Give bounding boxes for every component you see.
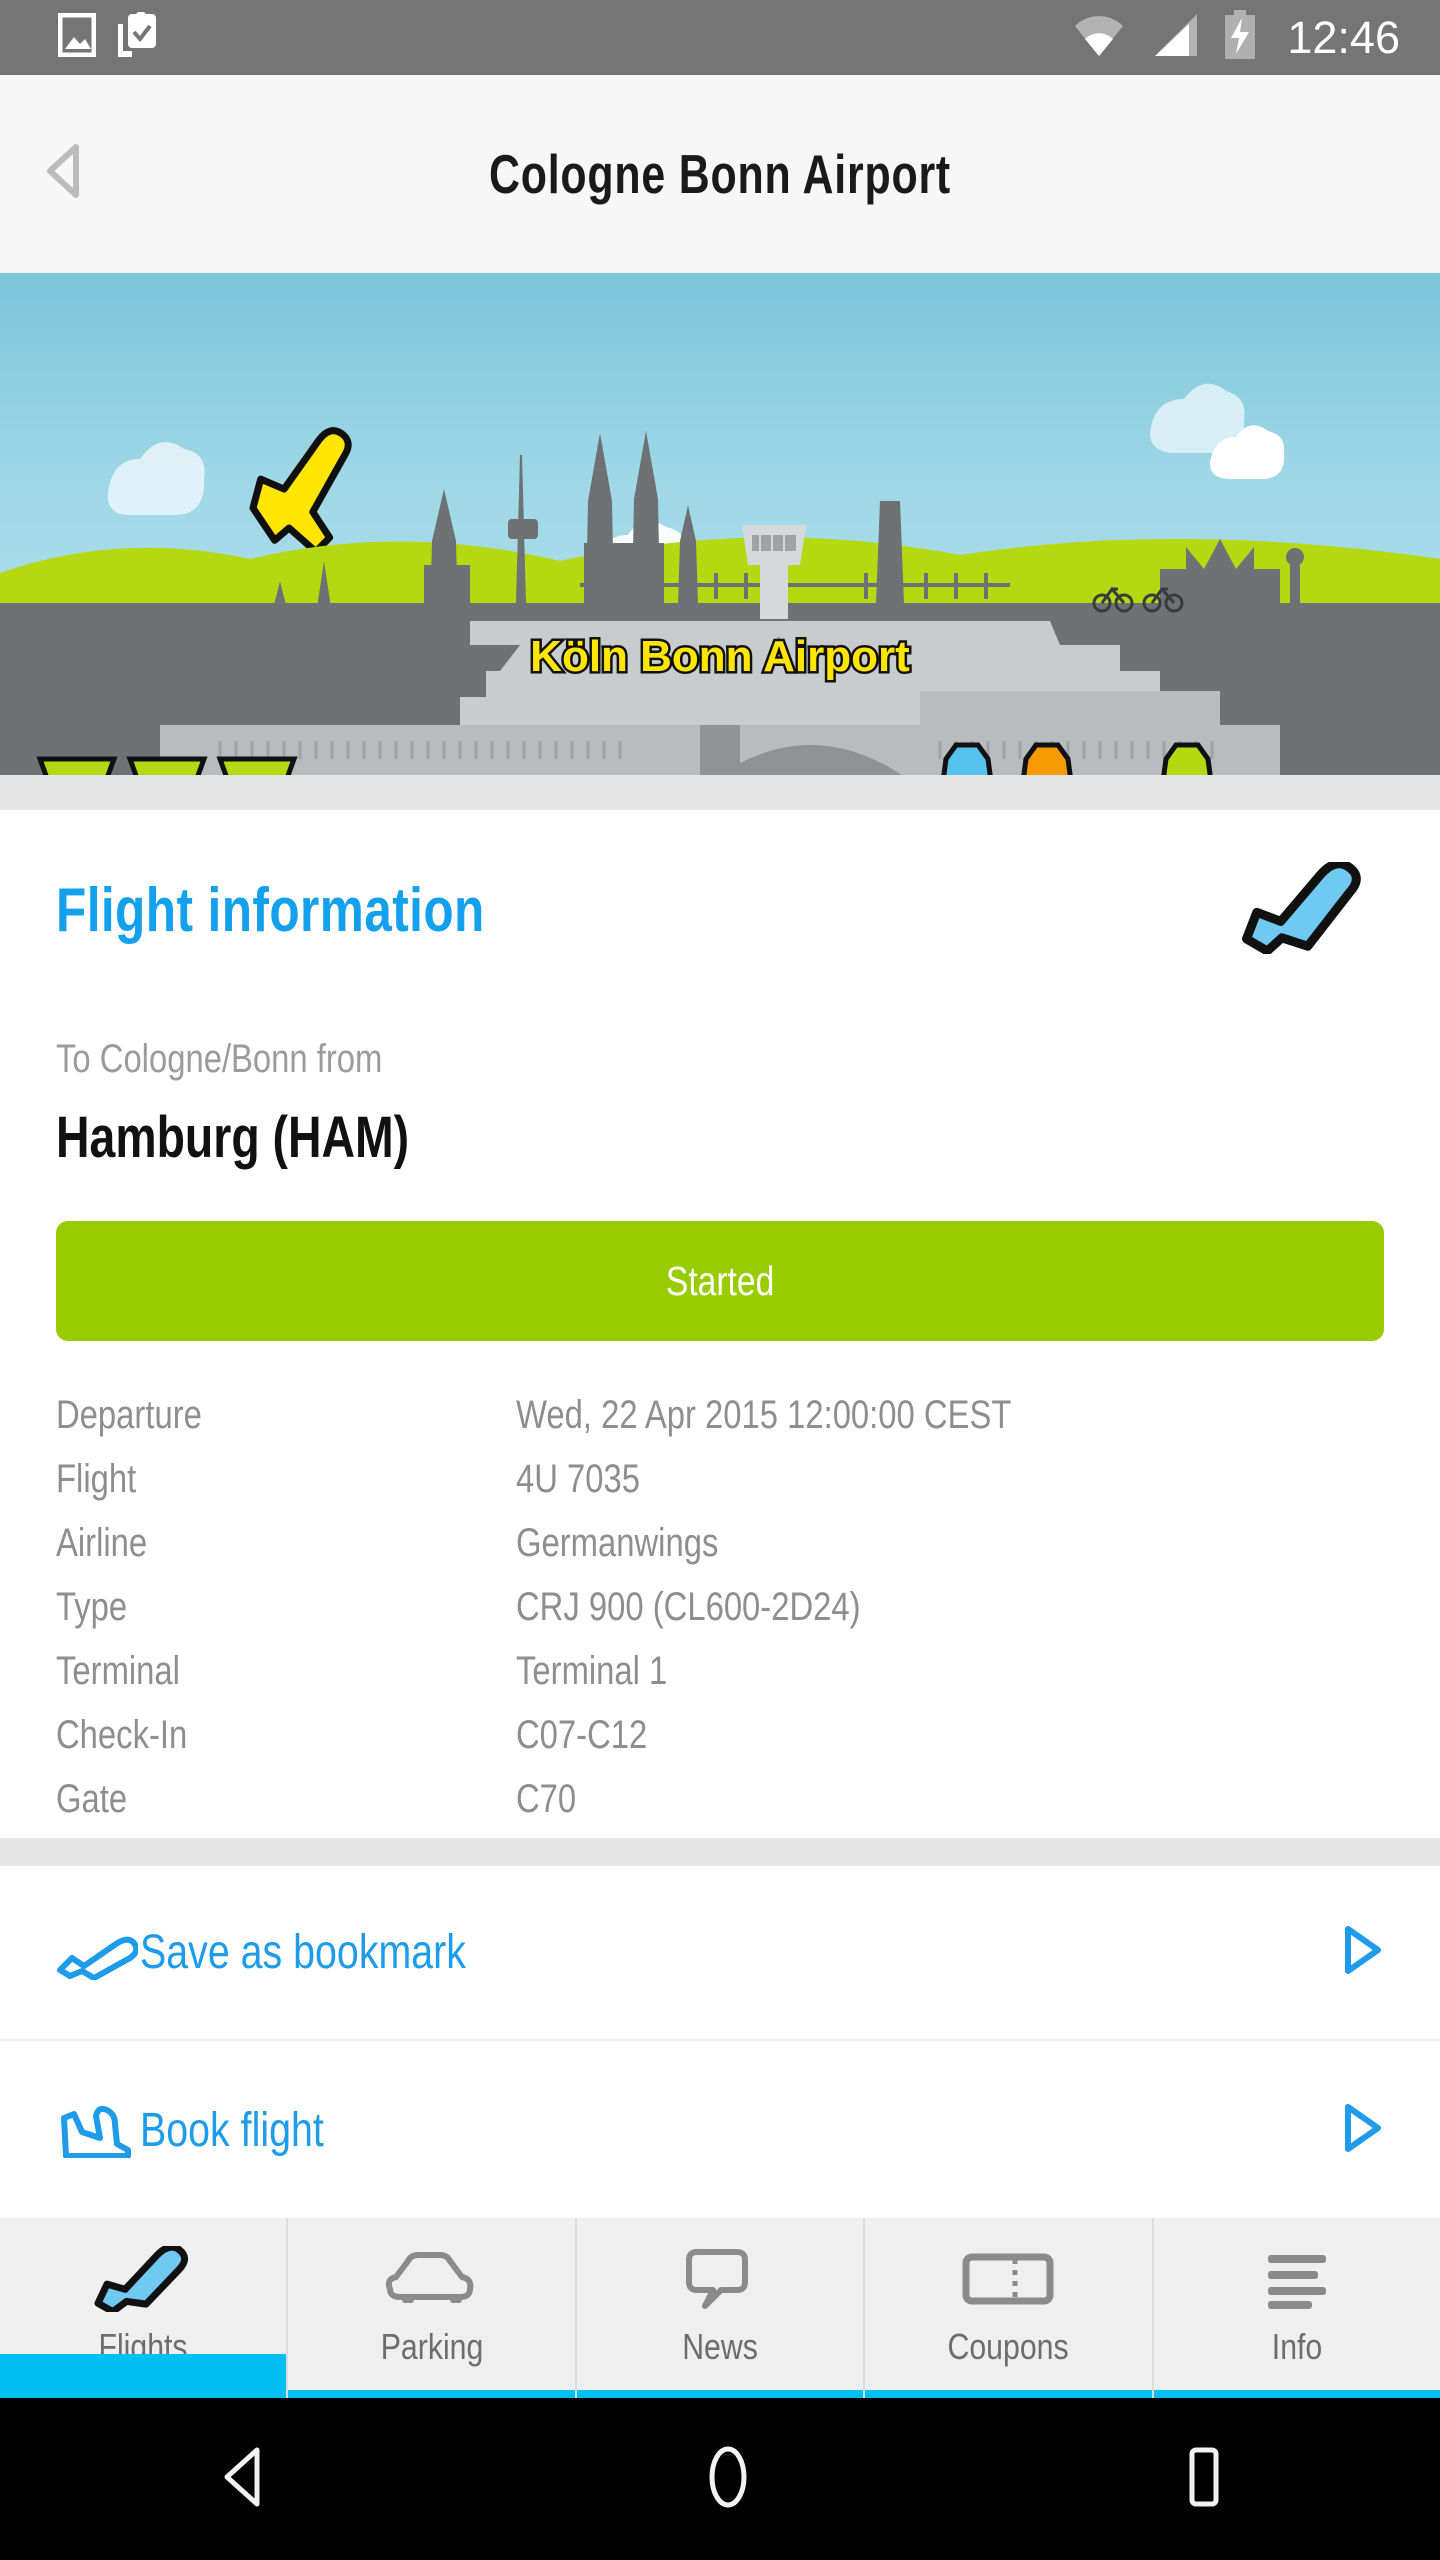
- tab-label: Parking: [380, 2326, 483, 2367]
- android-navigation-bar: [0, 2398, 1440, 2560]
- flight-details-table: Departure Wed, 22 Apr 2015 12:00:00 CEST…: [0, 1341, 1440, 1841]
- status-bar: 12:46: [0, 0, 1440, 75]
- nav-recents-icon[interactable]: [1181, 2442, 1227, 2517]
- airplane-icon: [87, 2244, 199, 2314]
- detail-label: Terminal: [56, 1649, 180, 1693]
- detail-label: Flight: [56, 1457, 137, 1501]
- table-row: Terminal Terminal 1: [56, 1649, 1384, 1713]
- app-header: Cologne Bonn Airport: [0, 75, 1440, 273]
- airplane-arrival-icon: [1234, 859, 1384, 959]
- tab-indicator: [1153, 2390, 1440, 2398]
- car-icon: [380, 2244, 484, 2314]
- tab-flights[interactable]: Flights: [0, 2218, 289, 2398]
- table-row: Departure Wed, 22 Apr 2015 12:00:00 CEST: [56, 1393, 1384, 1457]
- detail-label: Departure: [56, 1393, 202, 1437]
- airplane-landing-icon: [56, 2104, 148, 2158]
- detail-value: CRJ 900 (CL600-2D24): [516, 1585, 861, 1629]
- detail-value: Terminal 1: [516, 1649, 668, 1693]
- flight-status-badge: Started: [56, 1221, 1384, 1341]
- image-icon: [57, 12, 97, 62]
- tab-label: Info: [1271, 2326, 1323, 2367]
- tab-label: News: [682, 2326, 758, 2367]
- bottom-tab-bar: Flights Parking News Coupons Info: [0, 2218, 1440, 2398]
- hero-caption: Köln Bonn Airport: [530, 632, 910, 681]
- flight-information-card: Flight information To Cologne/Bonn from …: [0, 810, 1440, 1841]
- table-row: Flight 4U 7035: [56, 1457, 1384, 1521]
- save-as-bookmark-label: Save as bookmark: [140, 1926, 466, 1979]
- flight-info-header: Flight information: [0, 810, 1440, 959]
- section-divider: [0, 1838, 1440, 1866]
- nav-back-icon[interactable]: [213, 2442, 275, 2517]
- back-button[interactable]: [0, 75, 130, 272]
- tab-active-indicator: [0, 2354, 287, 2398]
- detail-value: 4U 7035: [516, 1457, 641, 1501]
- tab-news[interactable]: News: [576, 2218, 866, 2398]
- chevron-right-icon[interactable]: [1336, 2101, 1384, 2160]
- detail-label: Type: [56, 1585, 128, 1629]
- table-row: Check-In C07-C12: [56, 1713, 1384, 1777]
- page-title: Cologne Bonn Airport: [488, 142, 952, 205]
- ticket-icon: [961, 2244, 1055, 2314]
- book-flight-label: Book flight: [140, 2104, 324, 2157]
- hero-divider: [0, 775, 1440, 810]
- status-bar-clock: 12:46: [1287, 12, 1400, 63]
- status-bar-left-icons: [0, 12, 158, 63]
- book-flight-row[interactable]: Book flight: [0, 2043, 1440, 2218]
- clipboard-check-icon: [117, 12, 158, 63]
- detail-label: Airline: [56, 1521, 148, 1565]
- battery-charging-icon: [1223, 10, 1257, 65]
- tab-indicator: [865, 2390, 1152, 2398]
- table-row: Gate C70: [56, 1777, 1384, 1841]
- airport-hero-illustration: Köln Bonn Airport: [0, 273, 1440, 775]
- flight-info-heading: Flight information: [56, 876, 485, 945]
- flight-status-label: Started: [665, 1257, 775, 1304]
- back-arrow-icon: [44, 143, 86, 204]
- tab-indicator: [288, 2390, 575, 2398]
- tab-indicator: [576, 2390, 864, 2398]
- save-as-bookmark-row[interactable]: Save as bookmark: [0, 1866, 1440, 2041]
- detail-label: Gate: [56, 1777, 128, 1821]
- cellular-signal-icon: [1149, 12, 1201, 63]
- table-row: Type CRJ 900 (CL600-2D24): [56, 1585, 1384, 1649]
- flight-route: To Cologne/Bonn from Hamburg (HAM): [0, 959, 1440, 1171]
- list-lines-icon: [1262, 2244, 1332, 2314]
- detail-value: C70: [516, 1777, 577, 1821]
- tab-coupons[interactable]: Coupons: [865, 2218, 1154, 2398]
- route-direction-label: To Cologne/Bonn from: [56, 1037, 383, 1081]
- tab-parking[interactable]: Parking: [288, 2218, 577, 2398]
- status-bar-right-icons: 12:46: [1071, 10, 1440, 65]
- tab-info[interactable]: Info: [1153, 2218, 1440, 2398]
- tab-label: Coupons: [947, 2326, 1069, 2367]
- nav-home-icon[interactable]: [700, 2441, 756, 2518]
- chevron-right-icon[interactable]: [1336, 1923, 1384, 1982]
- detail-label: Check-In: [56, 1713, 188, 1757]
- table-row: Airline Germanwings: [56, 1521, 1384, 1585]
- wifi-icon: [1071, 12, 1127, 63]
- route-origin: Hamburg (HAM): [56, 1105, 410, 1170]
- detail-value: Germanwings: [516, 1521, 719, 1565]
- airplane-takeoff-icon: [56, 1926, 148, 1980]
- speech-bubble-icon: [685, 2244, 755, 2314]
- detail-value: C07-C12: [516, 1713, 648, 1757]
- detail-value: Wed, 22 Apr 2015 12:00:00 CEST: [516, 1393, 1012, 1437]
